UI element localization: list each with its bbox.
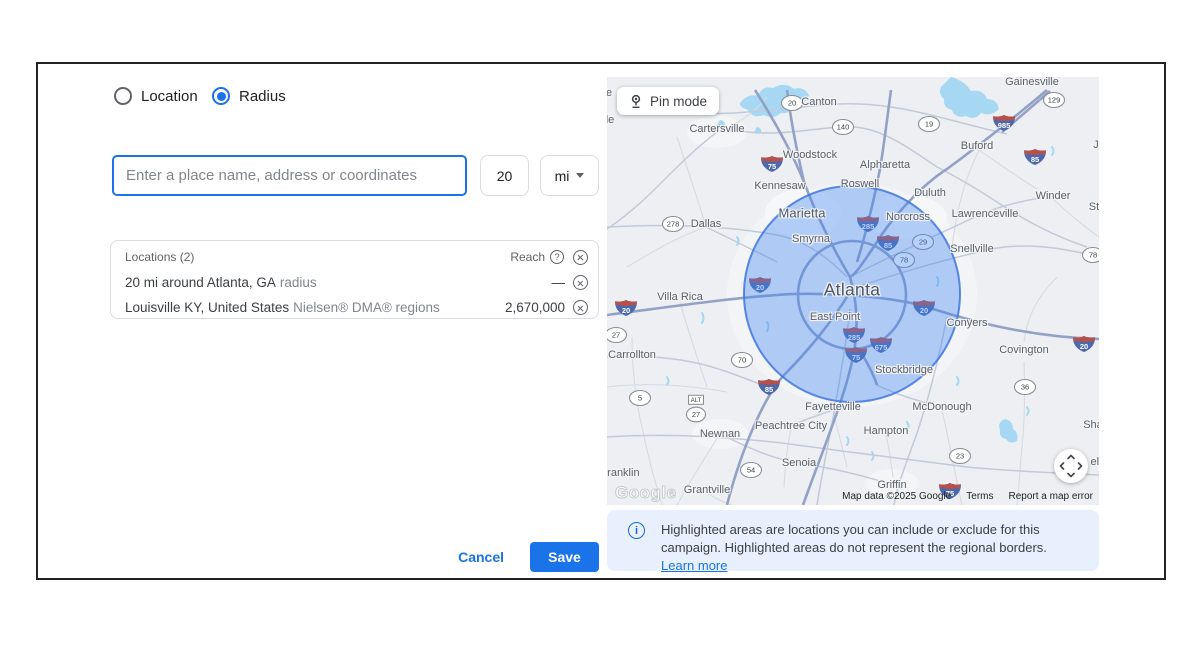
pin-mode-label: Pin mode — [650, 94, 707, 109]
radius-radio[interactable] — [212, 87, 230, 105]
map-attribution: Map data ©2025 Google Terms Report a map… — [842, 491, 1093, 502]
location-type: Nielsen® DMA® regions — [293, 300, 440, 315]
info-icon — [628, 522, 645, 539]
place-search-input[interactable] — [112, 155, 467, 196]
terms-link[interactable]: Terms — [966, 491, 993, 502]
radio-group-location[interactable]: Location — [114, 86, 198, 106]
location-targeting-dialog: Location Radius 20 mi Locations (2) Reac… — [36, 62, 1166, 580]
unit-value: mi — [555, 168, 570, 184]
locations-header-row: Locations (2) Reach — [125, 244, 588, 270]
reach-column-header: Reach — [510, 250, 545, 264]
locations-title: Locations (2) — [125, 250, 510, 264]
location-name: Louisville KY, United States — [125, 300, 289, 315]
radius-value-input[interactable]: 20 — [480, 155, 529, 196]
dialog-footer: Cancel Save — [110, 542, 599, 572]
map-canvas[interactable]: 2014019129985758527828585297878202020202… — [607, 77, 1099, 505]
save-button[interactable]: Save — [530, 542, 599, 572]
reach-value: 2,670,000 — [505, 300, 565, 315]
radio-group-radius[interactable]: Radius — [212, 86, 286, 106]
highlighted-areas-notice: Highlighted areas are locations you can … — [607, 510, 1099, 571]
google-logo[interactable]: Google — [615, 483, 677, 503]
pin-mode-button[interactable]: Pin mode — [617, 87, 719, 115]
remove-location-icon[interactable] — [573, 275, 588, 290]
unit-dropdown[interactable]: mi — [540, 155, 599, 196]
location-radio-label[interactable]: Location — [141, 88, 198, 105]
reach-value: — — [552, 275, 566, 290]
map-data-attribution: Map data ©2025 Google — [842, 491, 951, 502]
location-row-dma: Louisville KY, United States Nielsen® DMA… — [125, 295, 588, 320]
remove-location-icon[interactable] — [573, 300, 588, 315]
location-radio[interactable] — [114, 87, 132, 105]
learn-more-link[interactable]: Learn more — [661, 558, 727, 573]
remove-all-icon[interactable] — [573, 250, 588, 265]
pan-control[interactable] — [1054, 449, 1088, 483]
chevron-down-icon — [576, 173, 584, 178]
locations-panel: Locations (2) Reach 20 mi around Atlanta… — [110, 240, 599, 319]
pan-arrows-icon — [1054, 449, 1088, 483]
cancel-button[interactable]: Cancel — [454, 543, 508, 571]
location-row-radius: 20 mi around Atlanta, GA radius — — [125, 270, 588, 295]
pin-drop-icon — [629, 94, 643, 109]
radius-circle[interactable] — [744, 186, 960, 402]
radius-radio-label[interactable]: Radius — [239, 88, 286, 105]
notice-line-2: campaign. Highlighted areas do not repre… — [661, 540, 1047, 555]
radius-value: 20 — [497, 168, 513, 184]
map-overlay-layer — [607, 77, 1099, 505]
location-type: radius — [280, 275, 317, 290]
report-map-error-link[interactable]: Report a map error — [1009, 491, 1093, 502]
help-icon[interactable] — [550, 250, 564, 264]
notice-text: Highlighted areas are locations you can … — [661, 521, 1047, 571]
location-name: 20 mi around Atlanta, GA — [125, 275, 276, 290]
notice-line-1: Highlighted areas are locations you can … — [661, 522, 1040, 537]
